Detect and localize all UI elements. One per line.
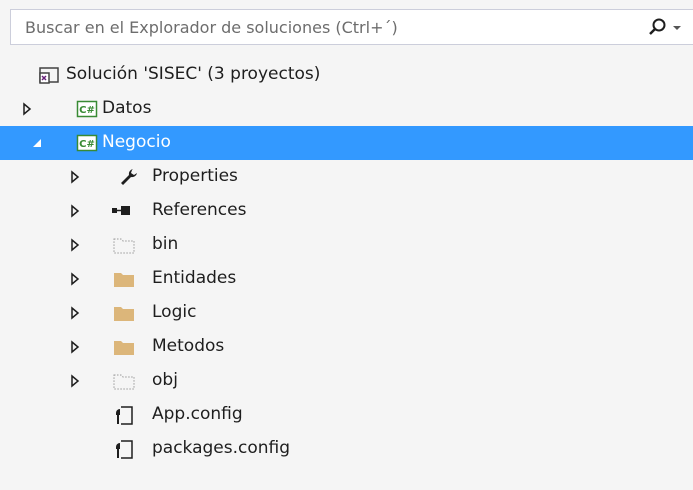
config-file-icon bbox=[112, 404, 134, 426]
tree-item-label: packages.config bbox=[152, 438, 291, 458]
tree-item-datos[interactable]: C# Datos bbox=[0, 92, 693, 126]
expand-arrow-icon[interactable] bbox=[68, 204, 82, 218]
tree-item-label: App.config bbox=[152, 404, 243, 424]
expand-arrow-icon[interactable] bbox=[68, 374, 82, 388]
search-options-dropdown-icon[interactable] bbox=[673, 26, 681, 30]
tree-item-label: Logic bbox=[152, 302, 197, 322]
tree-item-negocio[interactable]: C# Negocio bbox=[0, 126, 693, 160]
tree-item-label: Solución 'SISEC' (3 proyectos) bbox=[66, 64, 321, 84]
hidden-folder-icon bbox=[112, 234, 135, 256]
tree-item-entidades[interactable]: Entidades bbox=[0, 262, 693, 296]
tree-item-label: bin bbox=[152, 234, 179, 254]
collapse-arrow-icon[interactable] bbox=[30, 136, 44, 150]
svg-text:C#: C# bbox=[79, 139, 95, 150]
expand-arrow-icon[interactable] bbox=[68, 340, 82, 354]
search-icon[interactable] bbox=[648, 17, 668, 37]
expand-arrow-icon[interactable] bbox=[68, 272, 82, 286]
folder-icon bbox=[112, 302, 134, 324]
folder-icon bbox=[112, 268, 134, 290]
folder-icon bbox=[112, 336, 134, 358]
tree-item-logic[interactable]: Logic bbox=[0, 296, 693, 330]
tree-item-label: obj bbox=[152, 370, 178, 390]
expand-arrow-icon[interactable] bbox=[68, 238, 82, 252]
tree-item-obj[interactable]: obj bbox=[0, 364, 693, 398]
csharp-project-icon: C# bbox=[76, 98, 98, 120]
tree-item-label: Negocio bbox=[102, 132, 171, 152]
config-file-icon bbox=[112, 438, 134, 460]
tree-item-label: Properties bbox=[152, 166, 238, 186]
csharp-project-icon: C# bbox=[76, 132, 98, 154]
expand-arrow-icon[interactable] bbox=[68, 170, 82, 184]
wrench-icon bbox=[118, 166, 140, 188]
tree-item-label: Datos bbox=[102, 98, 152, 118]
svg-text:C#: C# bbox=[79, 105, 95, 116]
expand-arrow-icon[interactable] bbox=[68, 306, 82, 320]
tree-item-label: References bbox=[152, 200, 247, 220]
solution-icon bbox=[38, 64, 60, 86]
tree-item-label: Metodos bbox=[152, 336, 225, 356]
hidden-folder-icon bbox=[112, 370, 135, 392]
tree-item-references[interactable]: References bbox=[0, 194, 693, 228]
tree-item-bin[interactable]: bin bbox=[0, 228, 693, 262]
tree-item-solution[interactable]: Solución 'SISEC' (3 proyectos) bbox=[0, 58, 693, 92]
tree-item-metodos[interactable]: Metodos bbox=[0, 330, 693, 364]
references-icon bbox=[110, 200, 132, 222]
tree-item-packages-config[interactable]: packages.config bbox=[0, 432, 693, 466]
expand-arrow-icon[interactable] bbox=[20, 102, 34, 116]
tree-item-app-config[interactable]: App.config bbox=[0, 398, 693, 432]
search-input[interactable]: Buscar en el Explorador de soluciones (C… bbox=[25, 18, 398, 37]
tree-item-label: Entidades bbox=[152, 268, 237, 288]
search-box[interactable]: Buscar en el Explorador de soluciones (C… bbox=[10, 9, 693, 45]
tree-item-properties[interactable]: Properties bbox=[0, 160, 693, 194]
